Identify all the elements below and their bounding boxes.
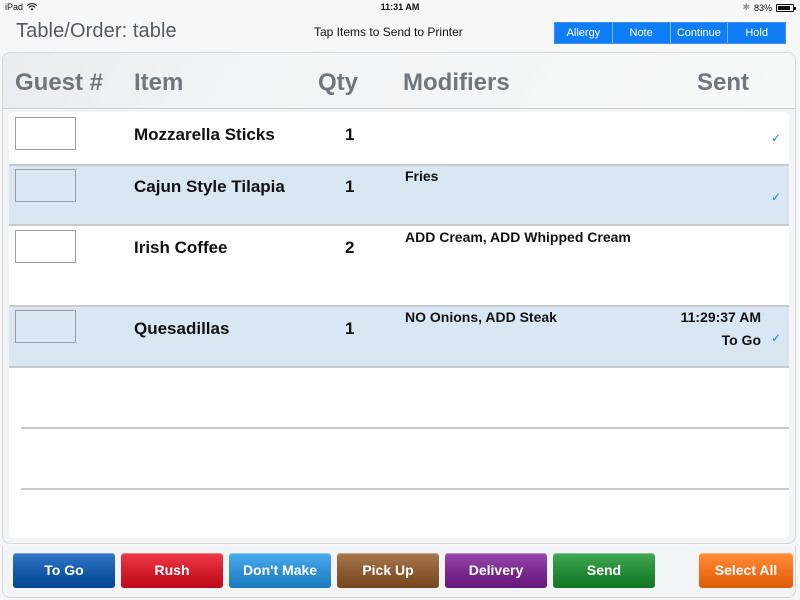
continue-button[interactable]: Continue [671, 23, 729, 43]
item-modifiers: Fries [405, 168, 439, 184]
page-title: Table/Order: table [16, 20, 177, 42]
sent-check-icon: ✓ [771, 131, 782, 145]
column-header-modifiers: Modifiers [403, 69, 510, 96]
send-button[interactable]: Send [553, 553, 655, 588]
item-name: Cajun Style Tilapia [134, 177, 285, 196]
guest-number-field[interactable] [15, 117, 76, 150]
hold-button[interactable]: Hold [728, 23, 785, 43]
status-bar: iPad 11:31 AM ✱ 83% [0, 0, 800, 16]
instruction-text: Tap Items to Send to Printer [314, 25, 463, 39]
header: Table/Order: table Tap Items to Send to … [0, 16, 800, 50]
select-all-button[interactable]: Select All [699, 553, 793, 588]
action-segmented-control: Allergy Note Continue Hold [554, 22, 786, 44]
item-qty: 1 [345, 177, 355, 196]
battery-icon [776, 3, 796, 12]
battery-percent: 83% [753, 2, 772, 13]
pick-up-button[interactable]: Pick Up [337, 553, 439, 588]
guest-number-field[interactable] [15, 310, 76, 343]
sent-check-icon: ✓ [771, 190, 782, 204]
to-go-button[interactable]: To Go [13, 553, 115, 588]
note-button[interactable]: Note [613, 23, 671, 43]
table-row[interactable]: Irish Coffee 2 ADD Cream, ADD Whipped Cr… [9, 226, 789, 307]
sent-check-icon: ✓ [771, 331, 782, 345]
delivery-button[interactable]: Delivery [445, 553, 547, 588]
order-table: Guest # Item Qty Modifiers Sent Mozzarel… [2, 52, 796, 544]
allergy-button[interactable]: Allergy [555, 23, 613, 43]
item-name: Quesadillas [134, 319, 230, 338]
item-modifiers: NO Onions, ADD Steak [405, 309, 557, 325]
item-name: Mozzarella Sticks [134, 125, 275, 144]
column-header-sent: Sent [697, 69, 750, 96]
item-name: Irish Coffee [134, 238, 228, 257]
sent-time: 11:29:37 AM [680, 309, 761, 325]
dont-make-button[interactable]: Don't Make [229, 553, 331, 588]
column-header-item: Item [134, 69, 184, 96]
rush-button[interactable]: Rush [121, 553, 223, 588]
empty-row [21, 368, 789, 429]
column-header-qty: Qty [318, 69, 359, 96]
table-row[interactable]: Cajun Style Tilapia 1 Fries ✓ [9, 166, 789, 226]
table-row[interactable]: Quesadillas 1 NO Onions, ADD Steak 11:29… [9, 307, 789, 368]
item-qty: 1 [345, 125, 355, 144]
item-qty: 1 [345, 319, 355, 338]
guest-number-field[interactable] [15, 169, 76, 202]
sent-timestamp: 11:29:37 AM To Go [681, 306, 761, 352]
clock: 11:31 AM [380, 2, 420, 12]
column-header-guest: Guest # [15, 69, 104, 96]
item-modifiers: ADD Cream, ADD Whipped Cream [405, 229, 631, 245]
guest-number-field[interactable] [15, 230, 76, 263]
item-qty: 2 [345, 238, 355, 257]
table-row[interactable]: Mozzarella Sticks 1 ✓ [9, 112, 789, 166]
bottom-toolbar: To Go Rush Don't Make Pick Up Delivery S… [2, 546, 796, 598]
empty-row [21, 429, 789, 490]
table-header: Guest # Item Qty Modifiers Sent [3, 53, 795, 109]
bluetooth-icon: ✱ [742, 2, 750, 12]
sent-note: To Go [721, 332, 761, 348]
table-body: Mozzarella Sticks 1 ✓ Cajun Style Tilapi… [9, 112, 789, 538]
